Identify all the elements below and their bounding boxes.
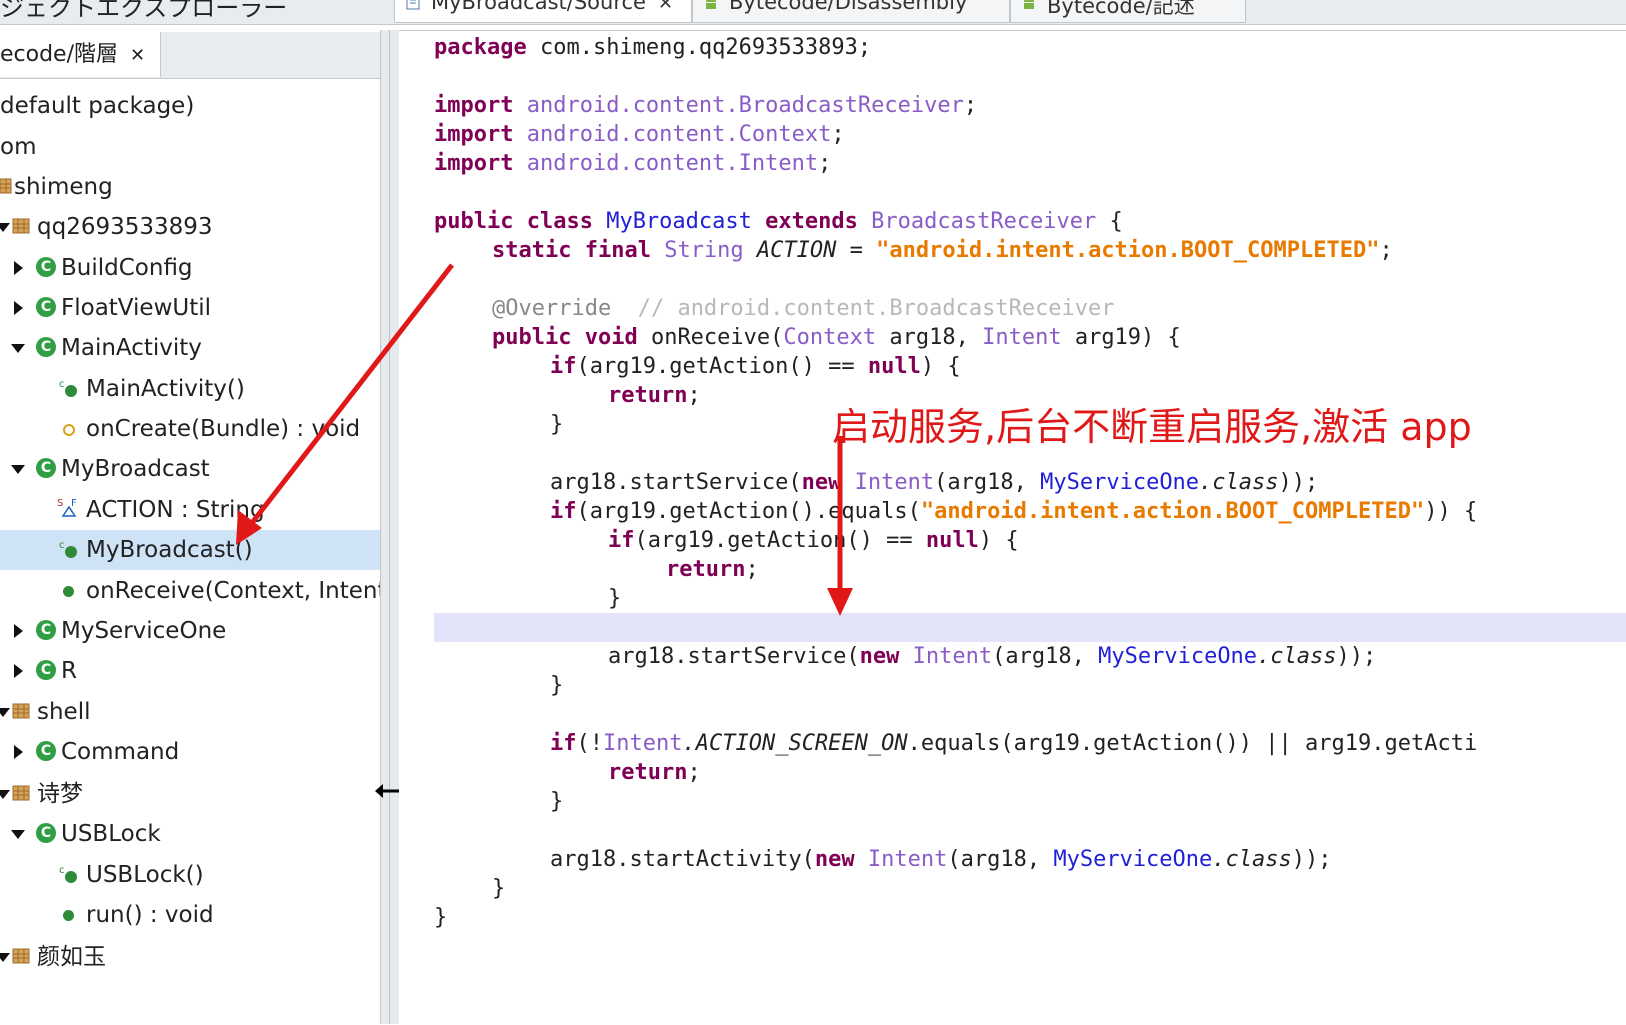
annotation-arrows — [236, 263, 853, 616]
annotation-text: 启动服务,后台不断重启服务,激活 app — [832, 405, 1472, 449]
arrow-to-constructor — [236, 263, 454, 545]
arrow-to-start-service — [827, 436, 853, 616]
